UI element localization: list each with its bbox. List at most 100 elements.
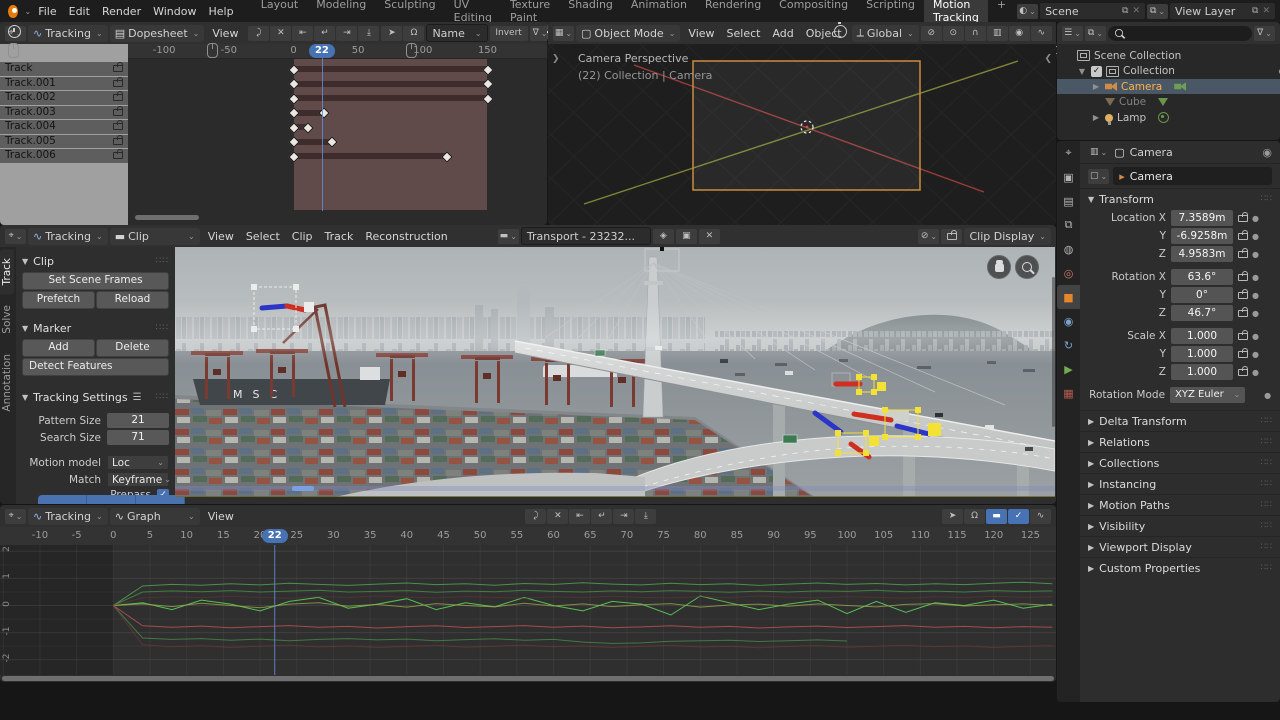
pattern-size-field[interactable]: 21	[107, 413, 169, 428]
detect-features-button[interactable]: Detect Features	[22, 358, 169, 376]
graph-toggle-icon-2[interactable]: ▬	[986, 508, 1008, 524]
snap-icon-3[interactable]: ↵	[591, 508, 613, 524]
add-marker-button[interactable]: Add	[22, 339, 95, 357]
panel-visibility[interactable]: ▶ Visibility ∷∷	[1080, 515, 1280, 536]
unlock-icon[interactable]	[1238, 329, 1248, 340]
channel-row-track.004[interactable]: Track.004	[0, 120, 128, 134]
channel-row-track.001[interactable]: Track.001	[0, 76, 128, 90]
object-name-field[interactable]: ▸ Camera	[1113, 167, 1272, 185]
transform-value-field[interactable]: 1.000	[1171, 346, 1233, 362]
clip-datablock[interactable]: Transport - 23232...	[520, 227, 651, 245]
viewport-tool-icon-2[interactable]: ∩	[964, 25, 986, 41]
app-menu-file[interactable]: File	[32, 3, 62, 20]
view-layer-icon[interactable]: ⧉	[1057, 213, 1080, 237]
pointer-icon-1[interactable]: Ω	[403, 25, 425, 41]
dopesheet-key-area[interactable]: -100 -50 0 50 100 150 22	[128, 44, 547, 225]
name-filter-input[interactable]: Name ⌄	[426, 24, 488, 42]
motion-model-dropdown[interactable]: Loc ⌄	[107, 455, 169, 470]
channel-row-track.006[interactable]: Track.006	[0, 149, 128, 163]
unlock-icon[interactable]	[113, 62, 123, 73]
transform-value-field[interactable]: 1.000	[1171, 364, 1233, 380]
filter-icon[interactable]: ∇ ⌄	[1254, 25, 1275, 41]
dopesheet-scrollbar[interactable]	[135, 215, 199, 220]
outliner-row-cube[interactable]: Cube	[1057, 95, 1280, 110]
transform-panel-header[interactable]: ▼ Transform ∷∷	[1080, 188, 1280, 209]
match-dropdown[interactable]: Keyframe ⌄	[107, 472, 171, 487]
panel-marker-header[interactable]: ▼ Marker ∷∷	[22, 318, 169, 338]
tracking-markers-overlay[interactable]	[175, 247, 1055, 497]
scene-browse-icon[interactable]: ◐ ⌄	[1017, 3, 1039, 19]
viewport-tool-icon-3[interactable]: ▥	[986, 25, 1008, 41]
outliner-search-input[interactable]	[1108, 25, 1252, 41]
render-icon[interactable]: ▣	[1057, 165, 1080, 189]
region-toggle-icon[interactable]: ❮	[1044, 54, 1052, 64]
texture-icon[interactable]: ▦	[1057, 381, 1080, 405]
graph-ruler[interactable]: -10 -5 0 5 10 15 20 25 30 35 40 45 50 55 60 65 70 75 80 85 9…	[0, 527, 1056, 546]
clip-mode-dropdown[interactable]: ∿ Tracking ⌄	[28, 227, 108, 245]
unlock-icon[interactable]	[113, 120, 123, 131]
view-layer-selector[interactable]: View Layer ⧉ ✕	[1169, 2, 1276, 20]
snap-icon-4[interactable]: ⇥	[336, 25, 358, 41]
unlock-icon[interactable]	[1238, 347, 1248, 358]
object-browse-icon[interactable]: ▢ ⌄	[1088, 168, 1110, 184]
expand-toggle-icon[interactable]: ▶	[1091, 113, 1101, 122]
unlock-icon[interactable]	[113, 134, 123, 145]
physics-icon[interactable]: ↻	[1057, 333, 1080, 357]
transform-value-field[interactable]: 1.000	[1171, 328, 1233, 344]
view-layer-browse-icon[interactable]: ⧉ ⌄	[1147, 3, 1169, 19]
outliner-row-scene-collection[interactable]: Scene Collection	[1057, 48, 1280, 63]
output-icon[interactable]: ▤	[1057, 189, 1080, 213]
snap-icon-5[interactable]: ⤓	[635, 508, 657, 524]
channel-row-track[interactable]: Track	[0, 62, 128, 76]
expand-toggle-icon[interactable]: ▶	[1091, 82, 1101, 91]
graph-curve-area[interactable]: 2 1 0 -1 -2	[0, 545, 1056, 675]
track-motion-buttons[interactable]	[38, 495, 185, 504]
current-frame-indicator[interactable]: 22	[308, 44, 335, 58]
search-size-field[interactable]: 71	[107, 430, 169, 445]
app-menu-window[interactable]: Window	[147, 3, 202, 20]
transform-value-field[interactable]: -6.9258m	[1171, 228, 1233, 244]
delete-marker-button[interactable]: Delete	[96, 339, 169, 357]
current-frame-line[interactable]	[321, 58, 323, 211]
outliner-row-camera[interactable]: ▶ Camera	[1057, 79, 1280, 94]
animate-dot-icon[interactable]: ●	[1252, 350, 1260, 359]
unlock-icon[interactable]	[113, 76, 123, 87]
app-menu-render[interactable]: Render	[96, 3, 147, 20]
snap-icon-5[interactable]: ⤓	[358, 25, 380, 41]
clip-menu-select[interactable]: Select	[240, 228, 286, 245]
panel-motion-paths[interactable]: ▶ Motion Paths ∷∷	[1080, 494, 1280, 515]
rotation-mode-dropdown[interactable]: XYZ Euler ⌄	[1170, 387, 1246, 403]
unlock-icon[interactable]	[1238, 288, 1248, 299]
zoom-button[interactable]	[1015, 255, 1039, 279]
pan-hand-button[interactable]	[987, 255, 1011, 279]
viewport-tool-icon-5[interactable]: ∿	[1030, 25, 1052, 41]
pivot-icon[interactable]: ⊘ ⌄	[918, 228, 940, 244]
viewport-tool-icon-4[interactable]: ◉	[1008, 25, 1030, 41]
clip-horizontal-scrollbar[interactable]	[175, 486, 1055, 491]
unlock-icon[interactable]	[1238, 229, 1248, 240]
graph-mode-dropdown[interactable]: ∿ Tracking ⌄	[28, 507, 108, 525]
expand-toggle-icon[interactable]: ▼	[1077, 67, 1087, 76]
clip-menu-reconstruction[interactable]: Reconstruction	[359, 228, 453, 245]
region-toggle-icon[interactable]: ❯	[552, 54, 560, 64]
viewport-menu-select[interactable]: Select	[721, 25, 767, 42]
clip-tab-annotation[interactable]: Annotation	[0, 345, 14, 421]
graph-toggle-icon-1[interactable]: Ω	[964, 508, 986, 524]
unlock-icon[interactable]	[1238, 306, 1248, 317]
current-frame-indicator[interactable]: 22	[261, 529, 288, 543]
viewport-tool-icon-0[interactable]: ⊘	[920, 25, 942, 41]
tool-icon[interactable]: ⌖	[1057, 141, 1080, 165]
snap-icon-2[interactable]: ⇤	[292, 25, 314, 41]
unlock-icon[interactable]	[113, 149, 123, 160]
clip-view-dropdown[interactable]: ▬ Clip ⌄	[109, 227, 200, 245]
scene-selector[interactable]: Scene ⧉ ✕	[1039, 2, 1147, 20]
reload-button[interactable]: Reload	[96, 291, 169, 309]
graph-view-dropdown[interactable]: ∿ Graph ⌄	[109, 507, 200, 525]
app-menu-help[interactable]: Help	[202, 3, 239, 20]
mode-dropdown[interactable]: ▢ Object Mode ⌄	[576, 24, 681, 42]
editor-type-icon[interactable]: ⌖ ⌄	[5, 508, 26, 524]
lock-icon[interactable]	[941, 228, 963, 244]
snap-icon-0[interactable]: ⤸	[525, 508, 547, 524]
outliner-row-lamp[interactable]: ▶ Lamp	[1057, 110, 1280, 125]
copy-icon[interactable]: ⧉	[1122, 6, 1128, 16]
